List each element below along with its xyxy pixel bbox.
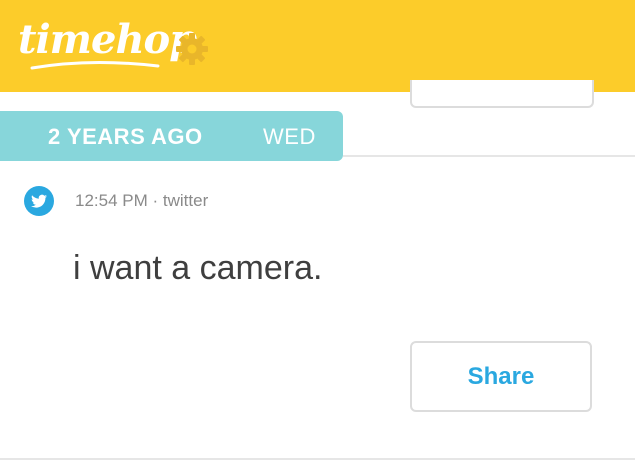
timehop-logo: timehop xyxy=(18,16,197,63)
divider xyxy=(0,458,635,460)
divider xyxy=(343,155,635,157)
post-meta: 12:54 PM · twitter xyxy=(75,190,208,212)
post-source: twitter xyxy=(162,191,209,210)
logo-swoosh-decoration xyxy=(30,60,160,70)
gear-icon[interactable] xyxy=(174,31,210,67)
twitter-bird-icon xyxy=(24,186,54,216)
weekday-label: WED xyxy=(263,124,316,149)
previous-card-edge xyxy=(410,80,594,108)
post-text: i want a camera. xyxy=(73,249,323,287)
timehop-screen: timehop 2 YEARS AGO WED 12:54 PM · twitt… xyxy=(0,0,635,461)
post-time: 12:54 PM xyxy=(75,191,148,210)
share-button[interactable]: Share xyxy=(410,341,592,412)
years-ago-label: 2 YEARS AGO xyxy=(48,124,203,149)
meta-separator: · xyxy=(152,191,159,210)
app-header: timehop xyxy=(0,0,635,92)
